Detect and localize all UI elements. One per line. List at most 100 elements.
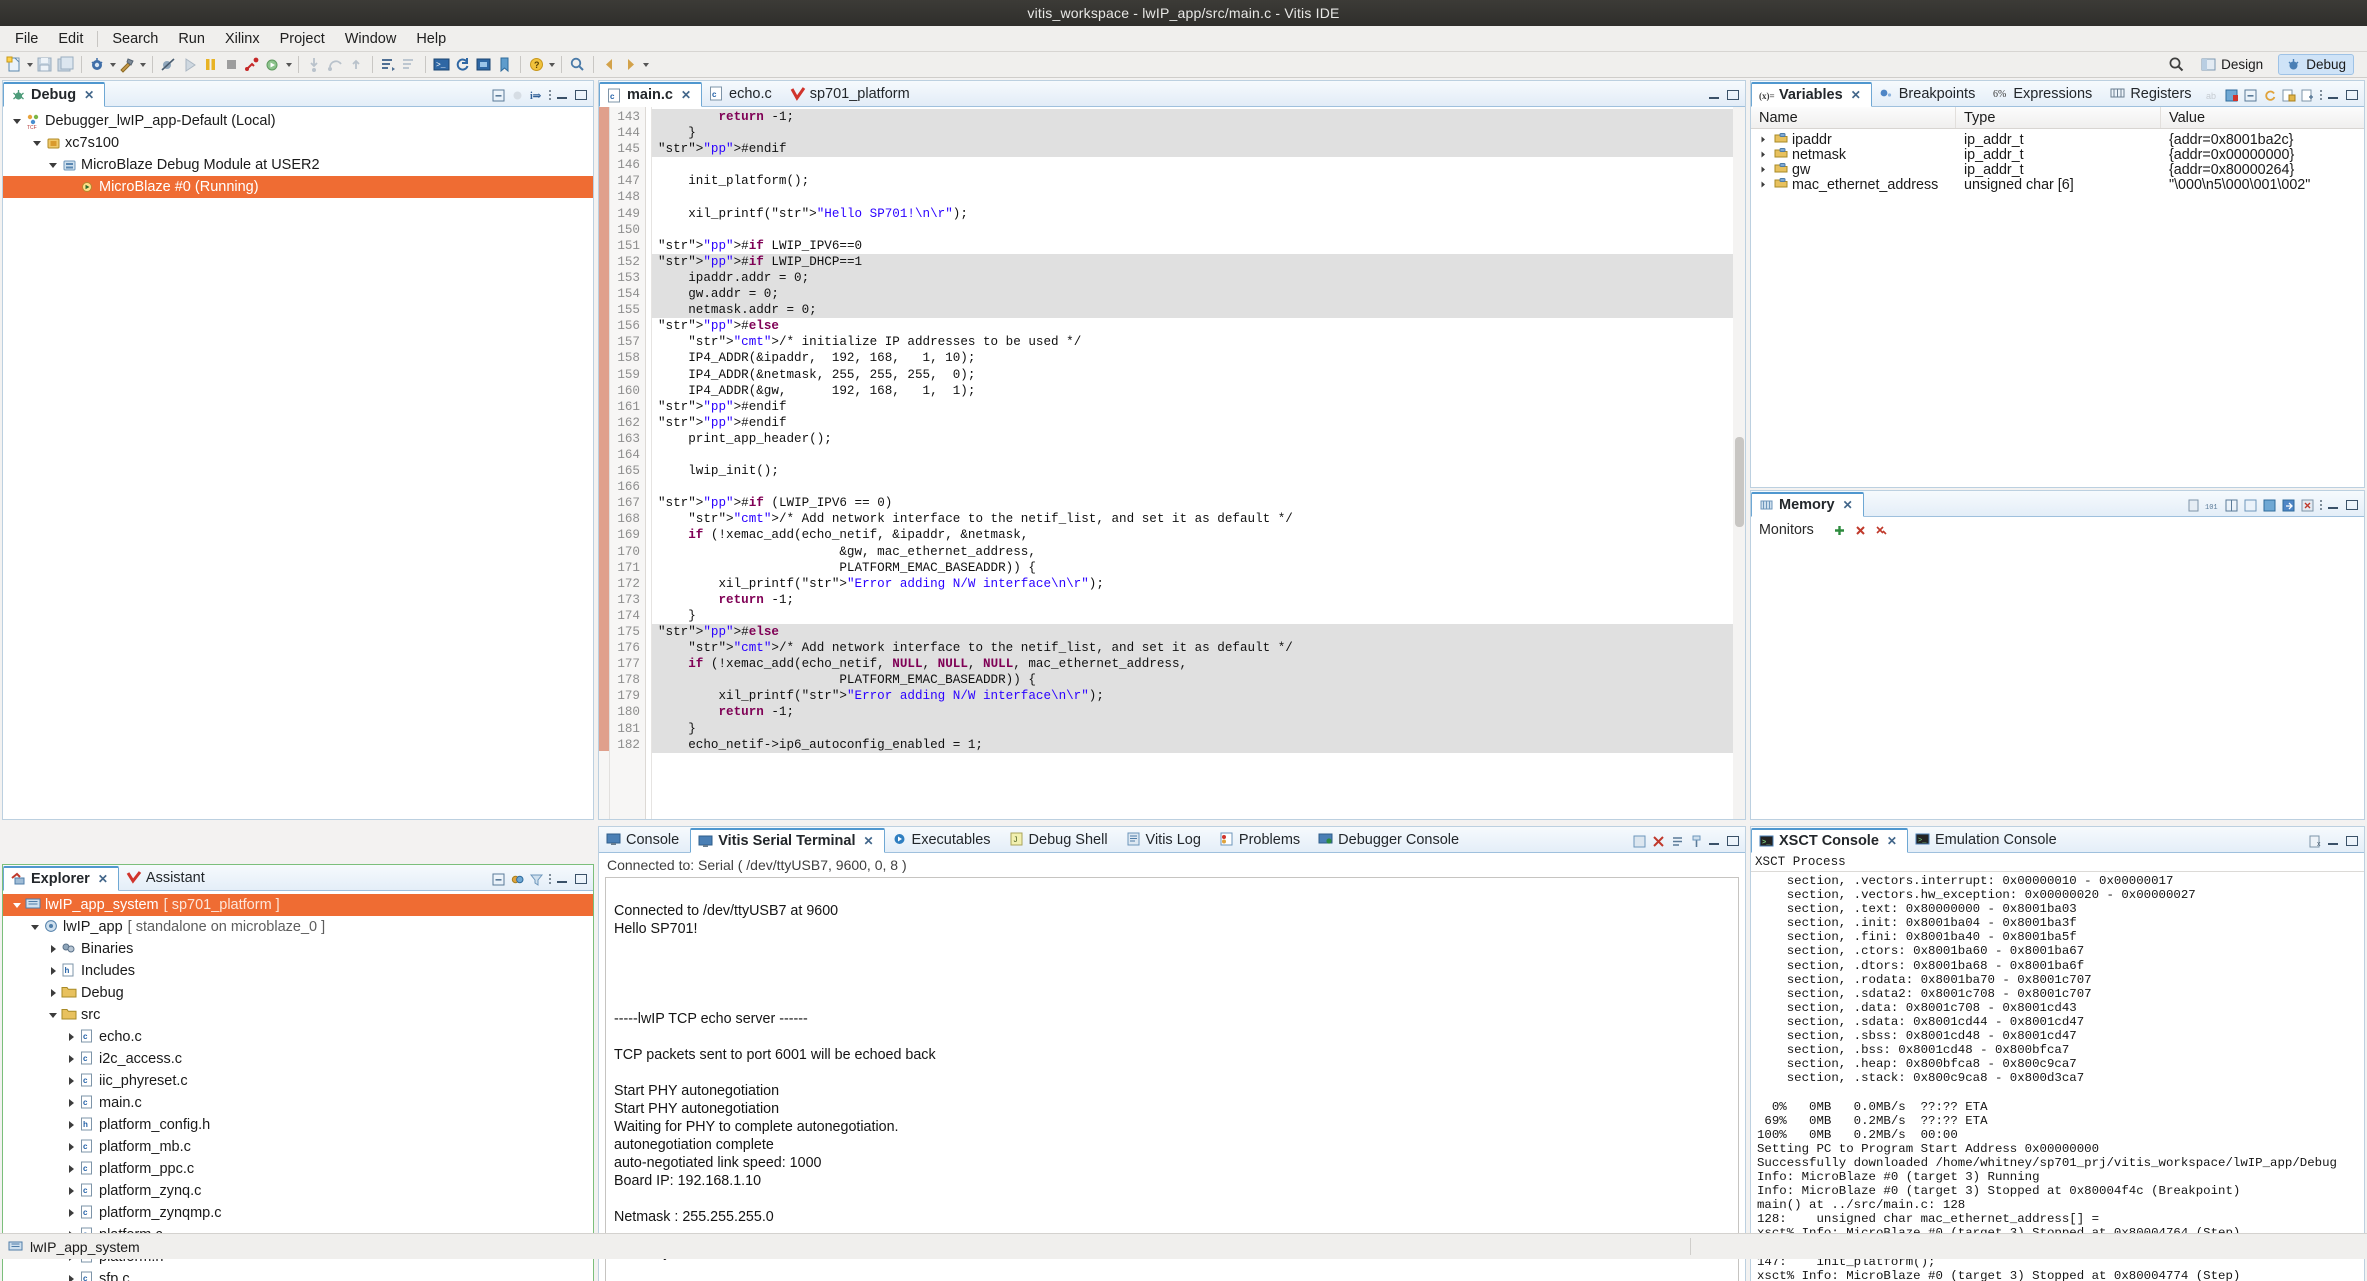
- variables-row[interactable]: mac_ethernet_address unsigned char [6] "\0…: [1751, 177, 2364, 193]
- expand-arrow-icon[interactable]: [65, 1052, 79, 1066]
- code-line[interactable]: IP4_ADDR(&ipaddr, 192, 168, 1, 10);: [652, 350, 1745, 366]
- minimize-explorer-view-icon[interactable]: [556, 873, 568, 885]
- disconnect-icon[interactable]: [243, 55, 262, 74]
- tab-emulation-console[interactable]: >_ Emulation Console: [1908, 827, 2068, 852]
- variables-rows[interactable]: ipaddr ip_addr_t {addr=0x8001ba2c} netmask i…: [1751, 129, 2364, 193]
- quick-access-search-icon[interactable]: [2167, 55, 2186, 74]
- code-line[interactable]: "str">"pp">#endif: [652, 141, 1745, 158]
- collapse-variables-icon[interactable]: [2224, 88, 2239, 103]
- expand-arrow-icon[interactable]: [65, 1140, 79, 1154]
- step-return-icon[interactable]: [347, 55, 366, 74]
- tab-memory-close-icon[interactable]: ✕: [1843, 498, 1853, 512]
- editor-tab-main-c[interactable]: c main.c ✕: [599, 82, 702, 107]
- menubar[interactable]: File Edit Search Run Xilinx Project Wind…: [0, 26, 2367, 52]
- perspective-design[interactable]: Design: [2194, 55, 2270, 74]
- remove-monitor-icon[interactable]: [1853, 523, 1868, 538]
- column-header-name[interactable]: Name: [1751, 107, 1956, 128]
- minimize-terminal-view-icon[interactable]: [1708, 835, 1720, 847]
- maximize-terminal-view-icon[interactable]: [1727, 835, 1739, 847]
- xsct-terminate-icon[interactable]: x: [2308, 834, 2323, 849]
- collapse-arrow-icon[interactable]: [47, 1008, 61, 1022]
- tab-explorer[interactable]: Explorer ✕: [3, 866, 119, 891]
- code-line[interactable]: "str">"pp">#else: [652, 624, 1745, 641]
- xsct-output-area[interactable]: section, .vectors.interrupt: 0x00000010 …: [1751, 871, 2364, 1281]
- tab-xsct-close-icon[interactable]: ✕: [1887, 834, 1897, 848]
- add-monitor-icon[interactable]: [1832, 523, 1847, 538]
- debug-tree[interactable]: TCF Debugger_lwIP_app-Default (Local) xc…: [3, 107, 593, 198]
- code-line[interactable]: xil_printf("str">"Error adding N/W inter…: [652, 576, 1745, 592]
- maximize-debug-view-icon[interactable]: [575, 89, 587, 101]
- variables-view-menu-icon[interactable]: [2319, 89, 2323, 103]
- variable-name-cell[interactable]: gw: [1751, 162, 1956, 178]
- code-line[interactable]: ipaddr.addr = 0;: [652, 269, 1745, 287]
- maximize-editor-icon[interactable]: [1727, 89, 1739, 101]
- code-line[interactable]: gw.addr = 0;: [652, 286, 1745, 303]
- tab-debug-shell[interactable]: J Debug Shell: [1002, 827, 1119, 852]
- variable-name-cell[interactable]: ipaddr: [1751, 132, 1956, 148]
- tab-console[interactable]: Console: [599, 827, 690, 852]
- explorer-tabstrip[interactable]: Explorer ✕ Assistant: [3, 865, 593, 891]
- explorer-tree-item[interactable]: c main.c: [3, 1092, 593, 1114]
- toggle-split-icon[interactable]: [2224, 498, 2239, 513]
- minimize-debug-view-icon[interactable]: [556, 89, 568, 101]
- expand-arrow-icon[interactable]: [65, 1184, 79, 1198]
- expand-arrow-icon[interactable]: [47, 158, 61, 172]
- help-icon[interactable]: ?: [527, 55, 546, 74]
- code-line[interactable]: return -1;: [652, 592, 1745, 608]
- debug-tree-node-thread[interactable]: MicroBlaze #0 (Running): [3, 176, 593, 198]
- column-header-type[interactable]: Type: [1956, 107, 2161, 128]
- terminal-view-toolbar[interactable]: [1632, 834, 1745, 852]
- maximize-variables-view-icon[interactable]: [2346, 89, 2358, 101]
- save-icon[interactable]: [35, 55, 54, 74]
- code-line[interactable]: lwip_init();: [652, 463, 1745, 479]
- explorer-tree-item[interactable]: c platform_mb.c: [3, 1136, 593, 1158]
- xsct-view-toolbar[interactable]: x: [2308, 834, 2364, 852]
- menu-item-project[interactable]: Project: [271, 28, 334, 50]
- code-line[interactable]: xil_printf("str">"Hello SP701!\n\r");: [652, 206, 1745, 222]
- explorer-tree-item[interactable]: src: [3, 1004, 593, 1026]
- new-memory-tab-icon[interactable]: [2243, 498, 2258, 513]
- memory-remove-icon[interactable]: [2300, 498, 2315, 513]
- tab-assistant[interactable]: Assistant: [119, 865, 216, 890]
- code-line[interactable]: [652, 157, 1745, 173]
- editor-tab-actions[interactable]: [1708, 89, 1745, 106]
- terminal-tabstrip[interactable]: Console Vitis Serial Terminal ✕ Executab…: [599, 827, 1745, 853]
- code-line[interactable]: IP4_ADDR(&netmask, 255, 255, 255, 0);: [652, 367, 1745, 383]
- expand-arrow-icon[interactable]: [65, 1030, 79, 1044]
- code-line[interactable]: [652, 222, 1745, 238]
- collapse-all-icon[interactable]: [491, 88, 506, 103]
- maximize-xsct-view-icon[interactable]: [2346, 835, 2358, 847]
- editor-tab-echo-c[interactable]: c echo.c: [702, 81, 783, 106]
- expand-arrow-icon[interactable]: [65, 1272, 79, 1281]
- explorer-tree-item[interactable]: h Includes: [3, 960, 593, 982]
- menu-item-run[interactable]: Run: [169, 28, 214, 50]
- memory-render-icon[interactable]: [2262, 498, 2277, 513]
- expand-arrow-icon[interactable]: [65, 1206, 79, 1220]
- pin-terminal-icon[interactable]: [1689, 834, 1704, 849]
- memory-view-toolbar[interactable]: 101: [2186, 498, 2364, 516]
- expand-arrow-icon[interactable]: [1759, 132, 1771, 148]
- explorer-filter-icon[interactable]: [529, 872, 544, 887]
- scroll-lock-icon[interactable]: [1670, 834, 1685, 849]
- variables-tabstrip[interactable]: (x)= Variables ✕ Breakpoints 6% Expressi…: [1751, 81, 2364, 107]
- tab-xsct-console[interactable]: >_ XSCT Console ✕: [1751, 828, 1908, 853]
- tab-debug-close-icon[interactable]: ✕: [84, 88, 94, 102]
- code-line[interactable]: print_app_header();: [652, 431, 1745, 447]
- code-line[interactable]: [652, 189, 1745, 205]
- code-line[interactable]: }: [652, 608, 1745, 624]
- variable-name-cell[interactable]: mac_ethernet_address: [1751, 177, 1956, 193]
- expand-arrow-icon[interactable]: [65, 1074, 79, 1088]
- expand-arrow-icon[interactable]: [31, 136, 45, 150]
- explorer-tree-item[interactable]: h platform_config.h: [3, 1114, 593, 1136]
- new-file-dropdown-icon[interactable]: [27, 62, 33, 67]
- code-line[interactable]: return -1;: [652, 109, 1745, 126]
- expand-arrow-icon[interactable]: [11, 114, 25, 128]
- view-menu-dots-icon[interactable]: [548, 89, 552, 103]
- tab-variables[interactable]: (x)= Variables ✕: [1751, 82, 1872, 107]
- perspective-debug[interactable]: Debug: [2278, 54, 2354, 75]
- code-line[interactable]: }: [652, 720, 1745, 737]
- code-text-area[interactable]: return -1; } "str">"pp">#endif init_platf…: [652, 107, 1745, 819]
- show-type-names-icon[interactable]: ab: [2205, 88, 2220, 103]
- memory-tabstrip[interactable]: Memory ✕ 101: [1751, 491, 2364, 517]
- variable-name-cell[interactable]: netmask: [1751, 147, 1956, 163]
